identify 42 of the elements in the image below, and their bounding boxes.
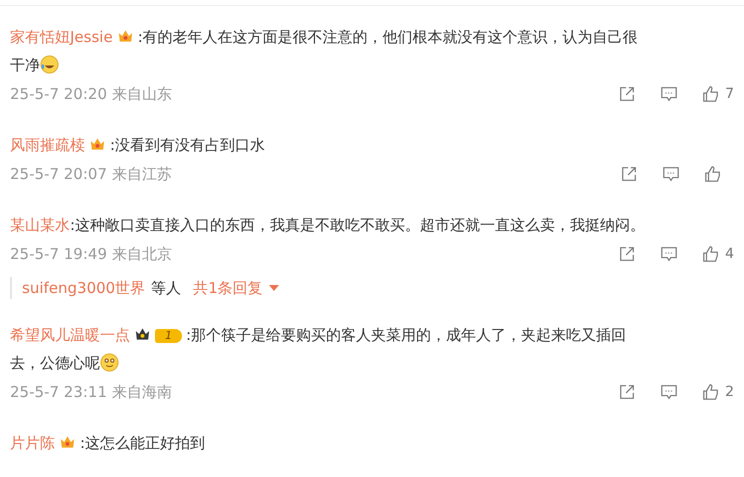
thumbs-up-icon[interactable] (702, 85, 720, 103)
comment-time: 25-5-7 19:49 来自北京 (10, 244, 172, 264)
crown-icon (89, 136, 106, 152)
like-count: 2 (725, 384, 734, 400)
like-count: 7 (725, 86, 734, 102)
level-badge: 1 (155, 329, 182, 343)
caret-icon[interactable] (268, 285, 279, 291)
comment-text: :有的老年人在这方面是很不注意的，他们根本就没有这个意识，认为自己很 (138, 28, 638, 46)
share-icon[interactable] (618, 85, 636, 103)
thumbs-up-icon[interactable] (702, 245, 720, 263)
user-name-link[interactable]: 希望风儿温暖一点 (10, 326, 130, 344)
reply-user-link[interactable]: suifeng3000世界 (22, 278, 146, 298)
user-name-link[interactable]: 家有恬妞Jessie (10, 28, 113, 46)
comment-text: :这种敞口卖直接入口的东西，我真是不敢吃不敢买。超市还就一直这么卖，我挺纳闷。 (70, 216, 646, 234)
thumbs-up-icon[interactable] (704, 165, 722, 183)
comment-text: :那个筷子是给要购买的客人夹菜用的，成年人了，夹起来吃又插回 (186, 326, 626, 344)
user-name-link[interactable]: 某山某水 (10, 216, 70, 234)
comment-time: 25-5-7 23:11 来自海南 (10, 382, 172, 402)
comment-text: 干净 (10, 56, 40, 74)
comment-time: 25-5-7 20:07 来自江苏 (10, 164, 172, 184)
comment-icon[interactable] (660, 85, 678, 103)
reply-suffix: 等人 (151, 278, 182, 298)
comment-icon[interactable] (662, 165, 680, 183)
comment-text: 去，公德心呢 (10, 354, 100, 372)
share-icon[interactable] (618, 245, 636, 263)
emoji-icon (100, 353, 119, 372)
crown-icon (116, 28, 134, 44)
crown-icon (134, 326, 151, 342)
comment-time: 25-5-7 20:20 来自山东 (10, 84, 172, 104)
share-icon[interactable] (618, 383, 636, 401)
reply-count-link[interactable]: 共1条回复 (193, 278, 263, 298)
user-name-link[interactable]: 片片陈 (10, 434, 55, 452)
crown-icon (59, 434, 76, 450)
like-count: 4 (725, 246, 734, 262)
comment-icon[interactable] (660, 245, 678, 263)
share-icon[interactable] (620, 165, 638, 183)
comment-icon[interactable] (660, 383, 678, 401)
comment-text: :这怎么能正好拍到 (80, 434, 206, 452)
comment-text: :没看到有没有占到口水 (110, 136, 266, 154)
user-name-link[interactable]: 风雨摧疏椟 (10, 136, 85, 154)
emoji-icon (40, 55, 59, 74)
thumbs-up-icon[interactable] (702, 383, 720, 401)
